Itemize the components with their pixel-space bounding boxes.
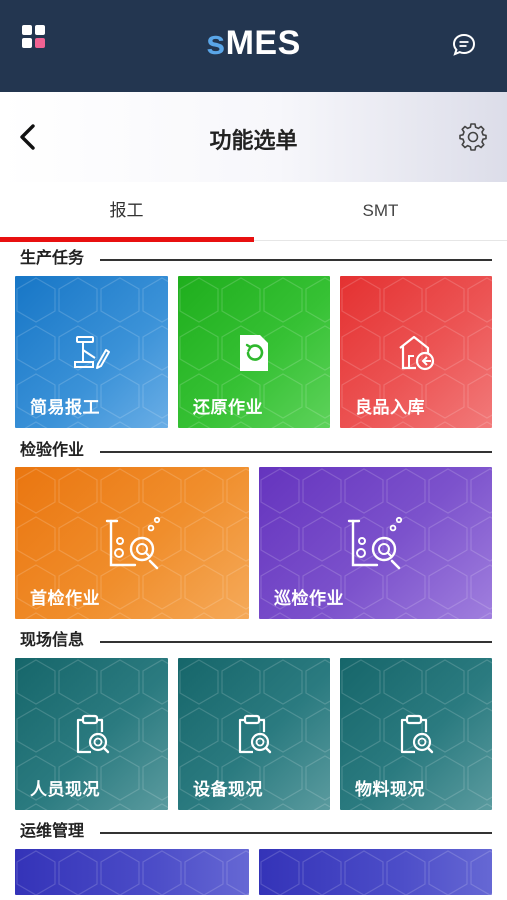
section-header-inspection: 检验作业 <box>20 441 492 461</box>
tile-label: 物料现况 <box>355 780 425 799</box>
tile-label: 巡检作业 <box>274 589 344 608</box>
tile-operations-1[interactable] <box>15 849 249 895</box>
tile-first-inspection[interactable]: 首检作业 <box>15 467 249 619</box>
tile-material-status[interactable]: 物料现况 <box>340 658 492 810</box>
section-label: 生产任务 <box>20 249 95 269</box>
restore-document-icon <box>240 335 268 371</box>
app-brand: sMES <box>206 24 301 62</box>
section-divider <box>100 641 492 643</box>
tile-patrol-inspection[interactable]: 巡检作业 <box>259 467 492 619</box>
section-header-production: 生产任务 <box>20 249 492 269</box>
tile-label: 简易报工 <box>30 398 100 417</box>
tile-good-inbound[interactable]: 良品入库 <box>340 276 492 428</box>
tile-simple-report[interactable]: 简易报工 <box>15 276 168 428</box>
tile-personnel-status[interactable]: 人员现况 <box>15 658 168 810</box>
robot-arm-icon <box>74 336 110 369</box>
tile-label: 设备现况 <box>193 780 263 799</box>
tab-report[interactable]: 报工 <box>0 182 254 242</box>
page-title: 功能选单 <box>209 128 298 153</box>
section-header-site-info: 现场信息 <box>20 631 492 651</box>
settings-gear-icon[interactable] <box>459 123 487 151</box>
tile-restore-operation[interactable]: 还原作业 <box>178 276 330 428</box>
section-label: 现场信息 <box>20 631 95 651</box>
message-icon[interactable] <box>451 32 477 58</box>
tile-label: 良品入库 <box>355 398 425 417</box>
tile-label: 首检作业 <box>30 589 100 608</box>
section-divider <box>100 832 492 834</box>
tile-label: 还原作业 <box>193 398 263 417</box>
app-bar: sMES <box>0 0 507 92</box>
tile-equipment-status[interactable]: 设备现况 <box>178 658 330 810</box>
section-label: 运维管理 <box>20 822 95 842</box>
warehouse-in-icon <box>399 335 435 371</box>
tab-bar: 报工 SMT <box>0 182 507 242</box>
section-label: 检验作业 <box>20 441 95 461</box>
tile-label: 人员现况 <box>30 780 100 799</box>
section-divider <box>100 259 492 261</box>
title-bar: 功能选单 <box>0 92 507 182</box>
section-divider <box>100 451 492 453</box>
section-header-operations: 运维管理 <box>20 822 492 842</box>
lab-inspect-icon <box>347 516 403 570</box>
clipboard-search-icon <box>238 714 272 754</box>
tile-operations-2[interactable] <box>259 849 492 895</box>
clipboard-search-icon <box>76 714 110 754</box>
lab-inspect-icon <box>105 516 161 570</box>
clipboard-search-icon <box>400 714 434 754</box>
tab-smt[interactable]: SMT <box>254 182 507 240</box>
